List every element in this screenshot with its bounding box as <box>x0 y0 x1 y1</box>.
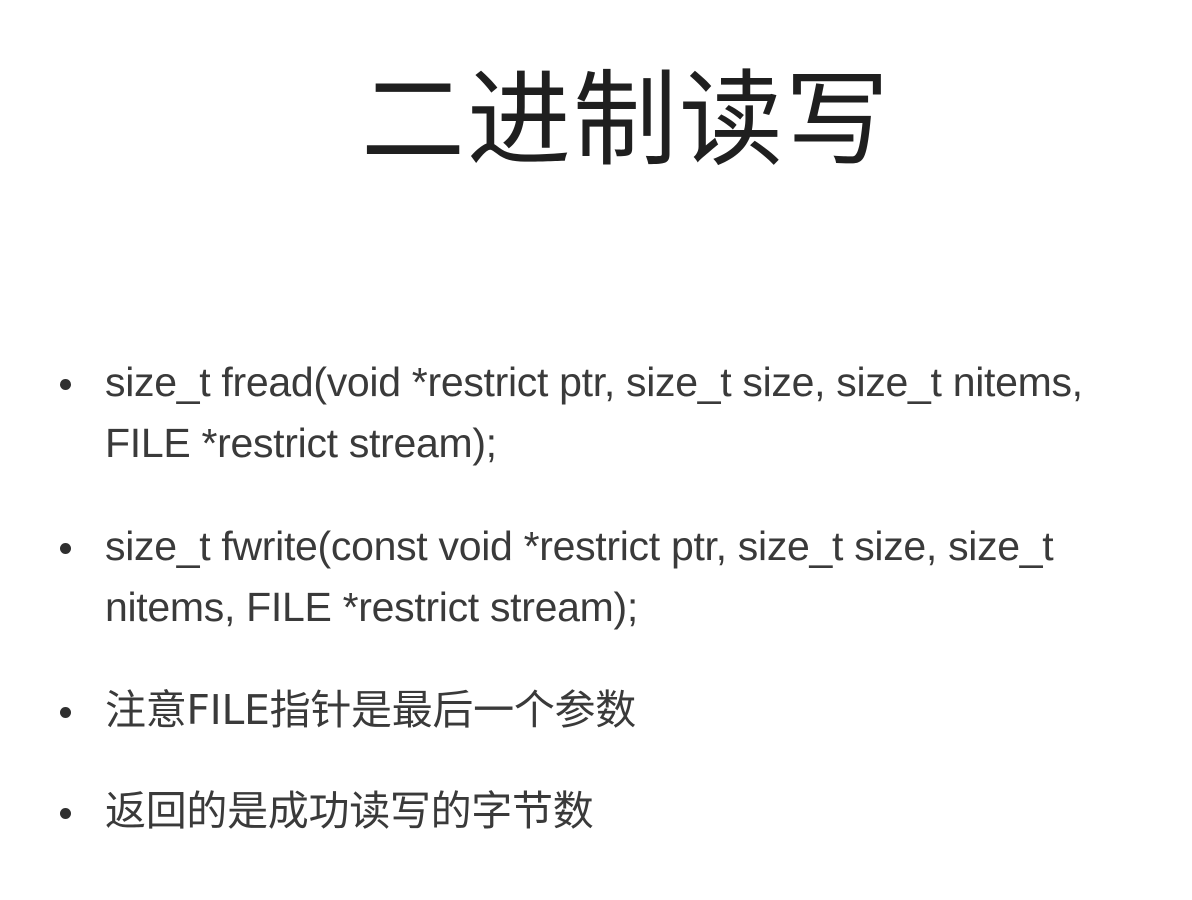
bullet-dot-icon <box>60 543 71 554</box>
bullet-dot-icon <box>60 707 71 718</box>
slide-title: 二进制读写 <box>360 59 891 181</box>
bullet-text: size_t fwrite(const void *restrict ptr, … <box>105 523 1054 630</box>
bullet-dot-icon <box>60 379 71 390</box>
bullet-fread: size_t fread(void *restrict ptr, size_t … <box>55 352 1165 474</box>
slide: 二进制读写 size_t fread(void *restrict ptr, s… <box>0 0 1192 900</box>
bullet-note-file-pointer: 注意FILE指针是最后一个参数 <box>55 680 1165 741</box>
bullet-text: 返回的是成功读写的字节数 <box>105 787 594 835</box>
bullet-list: size_t fread(void *restrict ptr, size_t … <box>55 352 1165 842</box>
bullet-return-value: 返回的是成功读写的字节数 <box>55 781 1165 842</box>
bullet-dot-icon <box>60 808 71 819</box>
bullet-text: size_t fread(void *restrict ptr, size_t … <box>105 359 1083 466</box>
bullet-fwrite: size_t fwrite(const void *restrict ptr, … <box>55 516 1165 638</box>
bullet-text: 注意FILE指针是最后一个参数 <box>105 686 636 734</box>
